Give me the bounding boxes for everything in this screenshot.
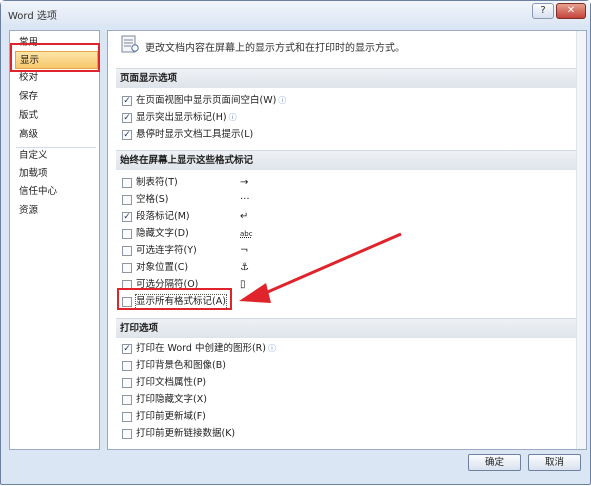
checkbox[interactable]: [122, 246, 132, 256]
sidebar-item-typography[interactable]: 版式: [15, 107, 98, 125]
sidebar: 常用 显示 校对 保存 版式 高级 自定义 加载项 信任中心 资源: [9, 30, 100, 450]
checkbox[interactable]: [122, 412, 132, 422]
option-label: 制表符(T): [136, 177, 178, 188]
paragraph-mark-icon: ↵: [240, 211, 249, 222]
info-icon: ⓘ: [228, 113, 237, 122]
checkbox[interactable]: [122, 429, 132, 439]
option-label: 可选连字符(Y): [136, 245, 197, 256]
checkbox[interactable]: ✓: [122, 113, 132, 123]
option-label: 段落标记(M): [136, 211, 190, 222]
sidebar-item-trust-center[interactable]: 信任中心: [15, 183, 98, 201]
info-icon: ⓘ: [267, 344, 276, 353]
sidebar-item-addins[interactable]: 加载项: [15, 165, 98, 183]
sidebar-item-advanced[interactable]: 高级: [15, 126, 98, 144]
option-label: 打印前更新域(F): [136, 411, 206, 422]
option-label: 对象位置(C): [136, 262, 189, 273]
display-page-icon: [121, 35, 139, 53]
checkbox[interactable]: [122, 361, 132, 371]
section-page-display: 页面显示选项: [116, 68, 576, 88]
section-format-marks: 始终在屏幕上显示这些格式标记: [116, 150, 576, 170]
sidebar-item-save[interactable]: 保存: [15, 88, 98, 106]
option-label: 打印隐藏文字(X): [136, 394, 207, 405]
space-mark-icon: ···: [240, 194, 250, 205]
optional-hyphen-icon: ¬: [240, 245, 249, 256]
checkbox[interactable]: ✓: [122, 212, 132, 222]
option-label: 打印前更新链接数据(K): [136, 428, 236, 439]
word-options-dialog: Word 选项 ? ✕ 常用 显示 校对 保存 版式 高级 自定义 加载项 信任…: [0, 0, 591, 485]
checkbox[interactable]: ✓: [122, 130, 132, 140]
sidebar-highlight-box: [10, 43, 100, 72]
checkbox[interactable]: [122, 229, 132, 239]
cancel-button[interactable]: 取消: [528, 454, 581, 471]
option-label: 在页面视图中显示页面间空白(W): [136, 95, 277, 106]
option-label: 显示突出显示标记(H): [136, 112, 227, 123]
option-label: 打印在 Word 中创建的图形(R): [136, 343, 266, 354]
option-label: 悬停时显示文档工具提示(L): [136, 129, 254, 140]
sidebar-item-resources[interactable]: 资源: [15, 202, 98, 220]
option-label: 隐藏文字(D): [136, 228, 189, 239]
hidden-text-icon: abc: [240, 230, 253, 238]
section-print: 打印选项: [116, 318, 576, 338]
highlight-box-show-all: [117, 288, 232, 310]
checkbox[interactable]: [122, 263, 132, 273]
help-button[interactable]: ?: [532, 3, 554, 19]
checkbox[interactable]: [122, 378, 132, 388]
optional-break-icon: ▯: [240, 279, 246, 290]
header-description: 更改文档内容在屏幕上的显示方式和在打印时的显示方式。: [145, 43, 405, 54]
display-options-panel: 更改文档内容在屏幕上的显示方式和在打印时的显示方式。 页面显示选项 ✓ 在页面视…: [107, 30, 587, 450]
anchor-icon: ⚓: [240, 262, 249, 273]
info-icon: ⓘ: [278, 96, 287, 105]
sidebar-item-customize[interactable]: 自定义: [15, 147, 98, 165]
ok-button[interactable]: 确定: [468, 454, 521, 471]
option-label: 打印背景色和图像(B): [136, 360, 226, 371]
tab-mark-icon: →: [240, 177, 249, 188]
checkbox[interactable]: [122, 178, 132, 188]
checkbox[interactable]: ✓: [122, 96, 132, 106]
window-title: Word 选项: [8, 11, 57, 22]
option-label: 打印文档属性(P): [136, 377, 207, 388]
title-bar[interactable]: Word 选项 ? ✕: [1, 1, 590, 25]
checkbox[interactable]: [122, 195, 132, 205]
checkbox[interactable]: ✓: [122, 344, 132, 354]
vertical-scrollbar[interactable]: [576, 31, 586, 449]
checkbox[interactable]: [122, 395, 132, 405]
option-label: 空格(S): [136, 194, 169, 205]
close-button[interactable]: ✕: [556, 3, 586, 19]
